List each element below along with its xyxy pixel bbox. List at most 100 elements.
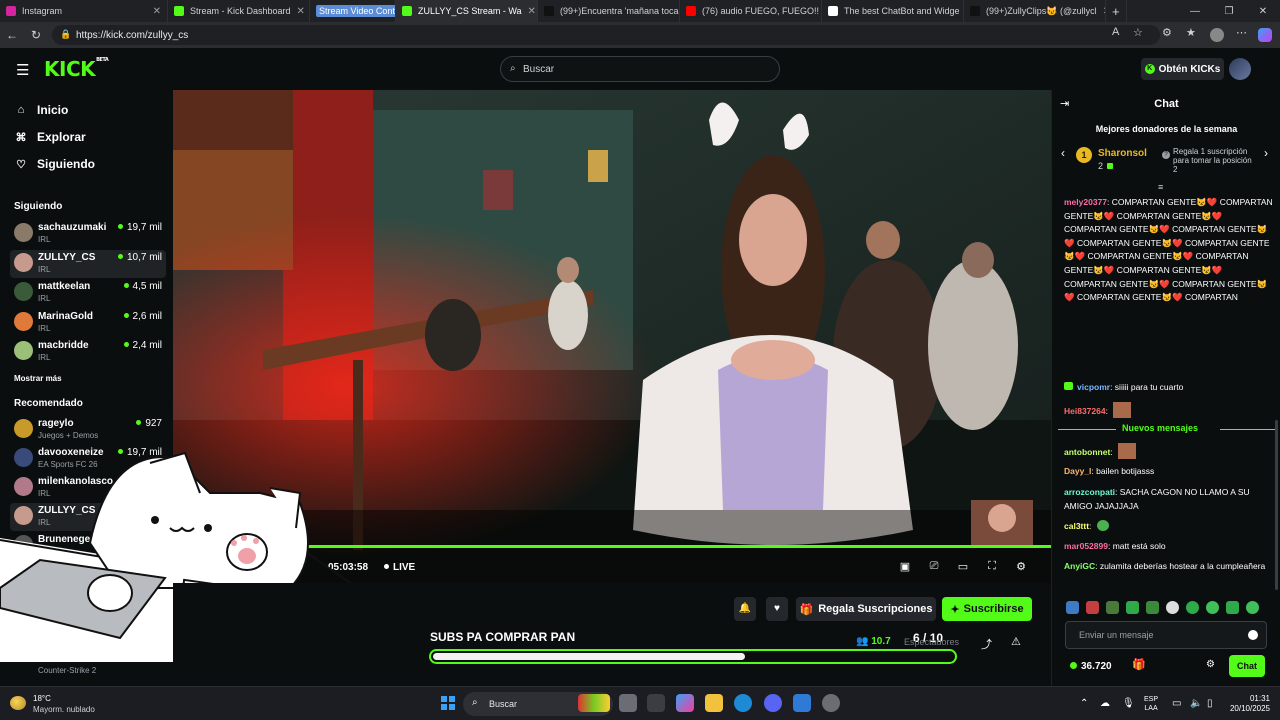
network-icon[interactable]: ▭ [1172, 698, 1181, 709]
nav-explorar[interactable]: ⌘ Explorar [15, 130, 86, 144]
microphone-icon[interactable]: 🎙 [1122, 698, 1135, 709]
language-indicator[interactable]: ESP LAA [1144, 695, 1158, 713]
show-more-link[interactable]: Mostrar más [14, 374, 62, 383]
reload-icon[interactable]: ↻ [24, 28, 48, 42]
close-tab-icon[interactable]: ✕ [1097, 6, 1105, 17]
new-messages-divider[interactable]: Nuevos mensajes [1052, 423, 1280, 437]
minimize-icon[interactable]: — [1178, 6, 1212, 17]
clip-icon[interactable]: ⎚ [926, 560, 942, 573]
browser-tab[interactable]: Stream Video Content✕ [310, 0, 396, 22]
nav-inicio[interactable]: ⌂ Inicio [15, 103, 69, 117]
store-icon[interactable] [647, 694, 665, 712]
subscribe-button[interactable]: ✦ Suscribirse [942, 597, 1032, 621]
file-explorer-icon[interactable] [705, 694, 723, 712]
more-icon[interactable]: ⋯ [1236, 26, 1247, 39]
emote-button[interactable] [1066, 601, 1079, 614]
sidebar-channel[interactable]: mattkeelan IRL 4,5 mil [10, 279, 166, 307]
emote-button[interactable] [1186, 601, 1199, 614]
report-icon[interactable]: ⚠ [1011, 635, 1021, 648]
miniplayer-icon[interactable]: ▣ [897, 560, 913, 573]
settings-gear-icon[interactable]: ⚙ [1013, 560, 1029, 573]
emote-button[interactable] [1106, 601, 1119, 614]
url-field[interactable]: 🔒 https://kick.com/zullyy_cs [52, 25, 1160, 45]
sidebar-channel[interactable]: MarinaGold IRL 2,6 mil [10, 309, 166, 337]
sidebar-channel[interactable]: macbridde IRL 2,4 mil [10, 338, 166, 366]
user-avatar[interactable] [1229, 58, 1251, 80]
browser-tab[interactable]: Stream - Kick Dashboard ✕ [168, 0, 310, 22]
share-icon[interactable]: ⤴ [981, 636, 992, 652]
close-tab-icon[interactable]: ✕ [291, 6, 305, 17]
edge-browser-icon[interactable] [734, 694, 752, 712]
nav-siguiendo[interactable]: ♡ Siguiendo [15, 157, 95, 171]
obs-icon[interactable] [822, 694, 840, 712]
profile-avatar[interactable] [1210, 28, 1224, 42]
emote-button[interactable] [1086, 601, 1099, 614]
chat-username[interactable]: antobonnet [1064, 447, 1110, 457]
kick-logo[interactable]: KICKBETA [44, 57, 109, 81]
emote-button[interactable] [1166, 601, 1179, 614]
chat-username[interactable]: Dayy_l [1064, 466, 1091, 476]
gift-kicks-icon[interactable]: 🎁 [1132, 658, 1146, 671]
discord-icon[interactable] [764, 694, 782, 712]
close-tab-icon[interactable]: ✕ [522, 6, 536, 17]
close-tab-icon[interactable]: ✕ [147, 6, 161, 17]
maximize-icon[interactable]: ❐ [1212, 6, 1246, 17]
task-view-icon[interactable] [619, 694, 637, 712]
browser-tab[interactable]: (99+)Encuentra 'mañana toca✕ [538, 0, 680, 22]
chat-scrollbar[interactable] [1275, 420, 1278, 590]
menu-icon[interactable]: ☰ [16, 61, 29, 79]
sidebar-channel[interactable]: sachauzumaki IRL 19,7 mil [10, 220, 166, 248]
extensions-icon[interactable]: ⚙ [1162, 26, 1172, 39]
onedrive-icon[interactable]: ☁ [1100, 698, 1110, 709]
read-aloud-icon[interactable]: A [1112, 26, 1119, 38]
chat-username[interactable]: AnyiGC [1064, 561, 1095, 571]
windows-start-icon[interactable] [441, 696, 455, 710]
chat-message-input[interactable]: Enviar un mensaje [1065, 621, 1267, 649]
chat-send-button[interactable]: Chat [1229, 655, 1265, 677]
browser-tab[interactable]: (99+)ZullyClips😼 (@zullycl✕ [964, 0, 1106, 22]
chat-username[interactable]: arrozconpati [1064, 487, 1115, 497]
sidebar-channel[interactable]: ZULLYY_CS IRL 10,7 mil [10, 249, 166, 278]
search-highlight-icon[interactable] [578, 694, 610, 712]
emote-button[interactable] [1206, 601, 1219, 614]
new-tab-icon[interactable]: + [1106, 0, 1127, 22]
emote-button[interactable] [1146, 601, 1159, 614]
browser-tab[interactable]: ZULLYY_CS Stream - Wa ✕ [396, 0, 538, 22]
chat-username[interactable]: Hei837264 [1064, 406, 1106, 416]
browser-tab[interactable]: Instagram ✕ [0, 0, 168, 22]
emote-button[interactable] [1226, 601, 1239, 614]
follow-button[interactable]: ♥ [766, 597, 788, 621]
battery-icon[interactable]: ▯ [1207, 698, 1213, 709]
browser-tab[interactable]: (76) audio FUEGO, FUEGO!! C✕ [680, 0, 822, 22]
chat-username[interactable]: mely20377 [1064, 197, 1107, 207]
notifications-bell-button[interactable]: 🔔 [734, 597, 756, 621]
search-input[interactable]: ⌕ Buscar [500, 56, 780, 82]
next-donor-icon[interactable]: › [1264, 146, 1268, 160]
close-window-icon[interactable]: ✕ [1246, 6, 1280, 17]
app-icon[interactable] [793, 694, 811, 712]
back-icon[interactable]: ← [0, 28, 24, 42]
emoji-icon[interactable] [1248, 630, 1258, 640]
chat-username[interactable]: cal3ttt [1064, 521, 1089, 531]
fullscreen-icon[interactable]: ⛶ [984, 560, 1000, 573]
emote-button[interactable] [1246, 601, 1259, 614]
favorite-star-icon[interactable]: ☆ [1133, 26, 1143, 39]
kicks-balance[interactable]: 36.720 [1070, 661, 1112, 672]
browser-tab[interactable]: The best ChatBot and Widge✕ [822, 0, 964, 22]
prev-donor-icon[interactable]: ‹ [1061, 146, 1065, 160]
copilot-icon[interactable] [1258, 28, 1272, 42]
favorites-icon[interactable]: ★ [1186, 26, 1196, 39]
system-clock[interactable]: 01:31 20/10/2025 [1228, 694, 1270, 714]
get-kicks-button[interactable]: K Obtén KICKs [1141, 58, 1224, 80]
chat-settings-gear-icon[interactable]: ⚙ [1206, 659, 1215, 670]
tray-expand-icon[interactable]: ⌃ [1080, 698, 1088, 709]
volume-icon[interactable]: 🔈 [1190, 698, 1202, 709]
chat-username[interactable]: mar052899 [1064, 541, 1108, 551]
chat-username[interactable]: vicpomr [1077, 382, 1110, 392]
emote-button[interactable] [1126, 601, 1139, 614]
pinned-filter-icon[interactable]: ≡ [1158, 182, 1163, 192]
copilot-app-icon[interactable] [676, 694, 694, 712]
donor-name[interactable]: Sharonsol [1098, 148, 1147, 159]
gift-subs-button[interactable]: 🎁 Regala Suscripciones [796, 597, 936, 621]
theater-mode-icon[interactable]: ▭ [955, 560, 971, 573]
